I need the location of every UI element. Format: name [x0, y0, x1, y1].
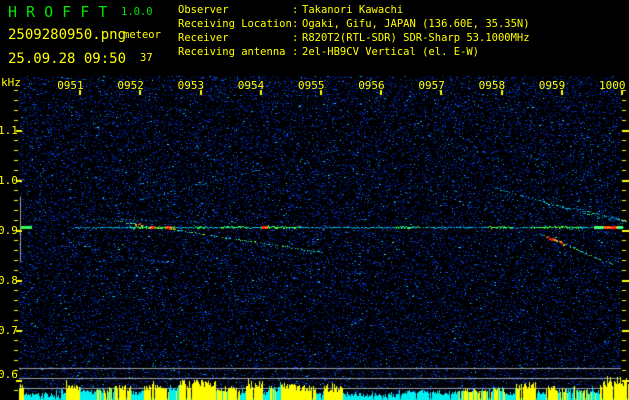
info-row-value: R820T2(RTL-SDR) SDR-Sharp 53.1000MHz [302, 32, 530, 44]
info-row-separator: : [292, 4, 299, 16]
info-row: Observer: Takanori Kawachi [178, 3, 530, 17]
info-row: Receiving antenna:2el-HB9CV Vertical (el… [178, 45, 530, 59]
hrofft-screen: H R O F F T 1.0.0 2509280950.png meteor … [0, 0, 629, 400]
meteor-counter-label: meteor [123, 29, 161, 41]
time-tick-label: 1000 [599, 79, 626, 92]
time-tick-label: 0959 [538, 79, 566, 92]
freq-tick-label: 0.8 [0, 274, 18, 287]
info-row-separator: : [292, 32, 299, 44]
app-title: H R O F F T [8, 3, 108, 21]
capture-timestamp: 25.09.28 09:50 [8, 51, 127, 67]
time-tick-label: 0958 [478, 79, 506, 92]
freq-tick-label: 1.1 [0, 124, 18, 137]
freq-tick-label: 0.9 [0, 224, 18, 237]
khz-axis-label: kHz [1, 76, 21, 89]
info-row-value: Takanori Kawachi [302, 4, 404, 16]
meteor-counter-value: 37 [140, 52, 153, 64]
time-tick-label: 0951 [57, 79, 84, 92]
time-tick-label: 0954 [237, 79, 265, 92]
time-tick-label: 0956 [358, 79, 385, 92]
info-row-separator: : [292, 18, 299, 30]
time-tick-label: 0957 [418, 79, 445, 92]
time-tick-label: 0952 [117, 79, 144, 92]
info-row-label: Receiving Location [178, 18, 292, 30]
info-row-separator: : [292, 46, 299, 58]
app-version: 1.0.0 [121, 6, 153, 18]
info-row: Receiving Location: Ogaki, Gifu, JAPAN (1… [178, 17, 530, 31]
info-row-value: 2el-HB9CV Vertical (el. E-W) [302, 46, 480, 58]
info-row-value: Ogaki, Gifu, JAPAN (136.60E, 35.35N) [302, 18, 530, 30]
info-row-label: Receiver [178, 32, 229, 44]
time-tick-label: 0953 [177, 79, 205, 92]
freq-tick-label: 0.7 [0, 324, 18, 337]
freq-tick-label: 0.6 [0, 368, 18, 381]
file-name: 2509280950.png [8, 27, 127, 43]
freq-tick-label: 1.0 [0, 174, 18, 187]
station-info: Observer: Takanori Kawachi Receiving Locat… [178, 3, 530, 59]
info-row-label: Receiving antenna [178, 46, 286, 58]
info-row: Receiver: R820T2(RTL-SDR) SDR-Sharp 53.10… [178, 31, 530, 45]
info-row-label: Observer [178, 4, 229, 16]
time-tick-label: 0955 [298, 79, 325, 92]
